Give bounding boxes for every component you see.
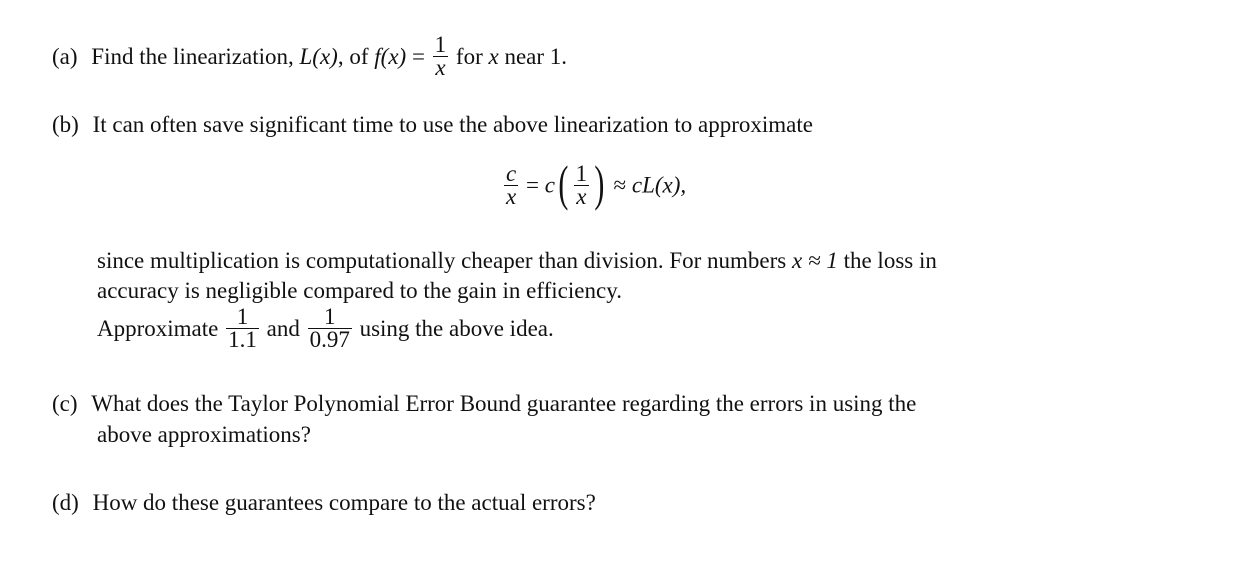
fraction-numerator: 1 <box>226 305 259 329</box>
math-x-approx-1: x ≈ 1 <box>791 248 838 273</box>
fraction-denominator: 1.1 <box>228 327 257 352</box>
fraction-denominator: x <box>506 183 517 209</box>
part-b-label: (b) <box>52 112 79 137</box>
fraction-one-over-1.1: 1 1.1 <box>226 305 259 352</box>
right-paren: ) <box>594 155 605 211</box>
part-b-intro-line: (b) It can often save significant time t… <box>52 110 813 140</box>
part-b-line2: accuracy is negligible compared to the g… <box>97 278 622 303</box>
fraction-denominator: x <box>435 55 446 80</box>
math-Lx: L(x) <box>299 43 338 69</box>
part-d-text: How do these guarantees compare to the a… <box>92 490 596 515</box>
math-x: x <box>488 43 499 69</box>
part-c-line2: above approximations? <box>97 422 311 447</box>
fraction-one-over-x: 1x <box>573 160 590 209</box>
fraction-one-over-0.97: 1 0.97 <box>307 305 352 352</box>
part-b-approximate-line: Approximate 1 1.1 and 1 0.97 using the abo… <box>97 305 554 353</box>
part-b-line1-after: the loss in <box>837 248 937 273</box>
fraction-numerator: 1 <box>307 305 352 329</box>
part-a-text-after-1: for <box>450 43 489 69</box>
part-d-label: (d) <box>52 490 79 515</box>
part-b-line1: since multiplication is computationally … <box>97 246 937 276</box>
equals-sign: = <box>406 43 431 69</box>
math-c: c <box>544 172 555 198</box>
fraction-denominator: x <box>576 183 587 209</box>
fraction-one-over-x: 1x <box>432 32 449 80</box>
part-a-label: (a) <box>52 43 78 69</box>
math-fx: f(x) <box>374 43 407 69</box>
math-cLx: cL(x), <box>631 172 687 198</box>
display-equation: cx = c(1 x) ≈ cL(x), <box>502 158 687 212</box>
fraction-numerator: 1 <box>432 32 449 57</box>
part-c-line1: (c) What does the Taylor Polynomial Erro… <box>52 389 916 419</box>
part-a-text-after-2: near 1. <box>498 43 568 69</box>
part-c-label: (c) <box>52 391 78 416</box>
part-a: (a) Find the linearization, L(x), of f(x… <box>52 32 568 81</box>
part-a-text-before: Find the linearization, <box>91 43 300 69</box>
fraction-c-over-x: cx <box>504 160 519 209</box>
and-text: and <box>260 315 306 341</box>
part-c-text: What does the Taylor Polynomial Error Bo… <box>91 391 917 416</box>
fraction-denominator: 0.97 <box>309 327 350 352</box>
part-a-text-mid: , of <box>337 43 375 69</box>
approximate-suffix: using the above idea. <box>353 315 554 341</box>
fraction-numerator: c <box>504 160 519 186</box>
left-paren: ( <box>558 155 569 211</box>
equals-sign: = <box>520 172 545 198</box>
part-d: (d) How do these guarantees compare to t… <box>52 488 596 518</box>
part-b-intro: It can often save significant time to us… <box>92 112 813 137</box>
fraction-numerator: 1 <box>573 160 590 186</box>
approximate-prefix: Approximate <box>97 315 225 341</box>
part-b-line1-before: since multiplication is computationally … <box>97 248 792 273</box>
approx-sign: ≈ <box>607 172 632 198</box>
